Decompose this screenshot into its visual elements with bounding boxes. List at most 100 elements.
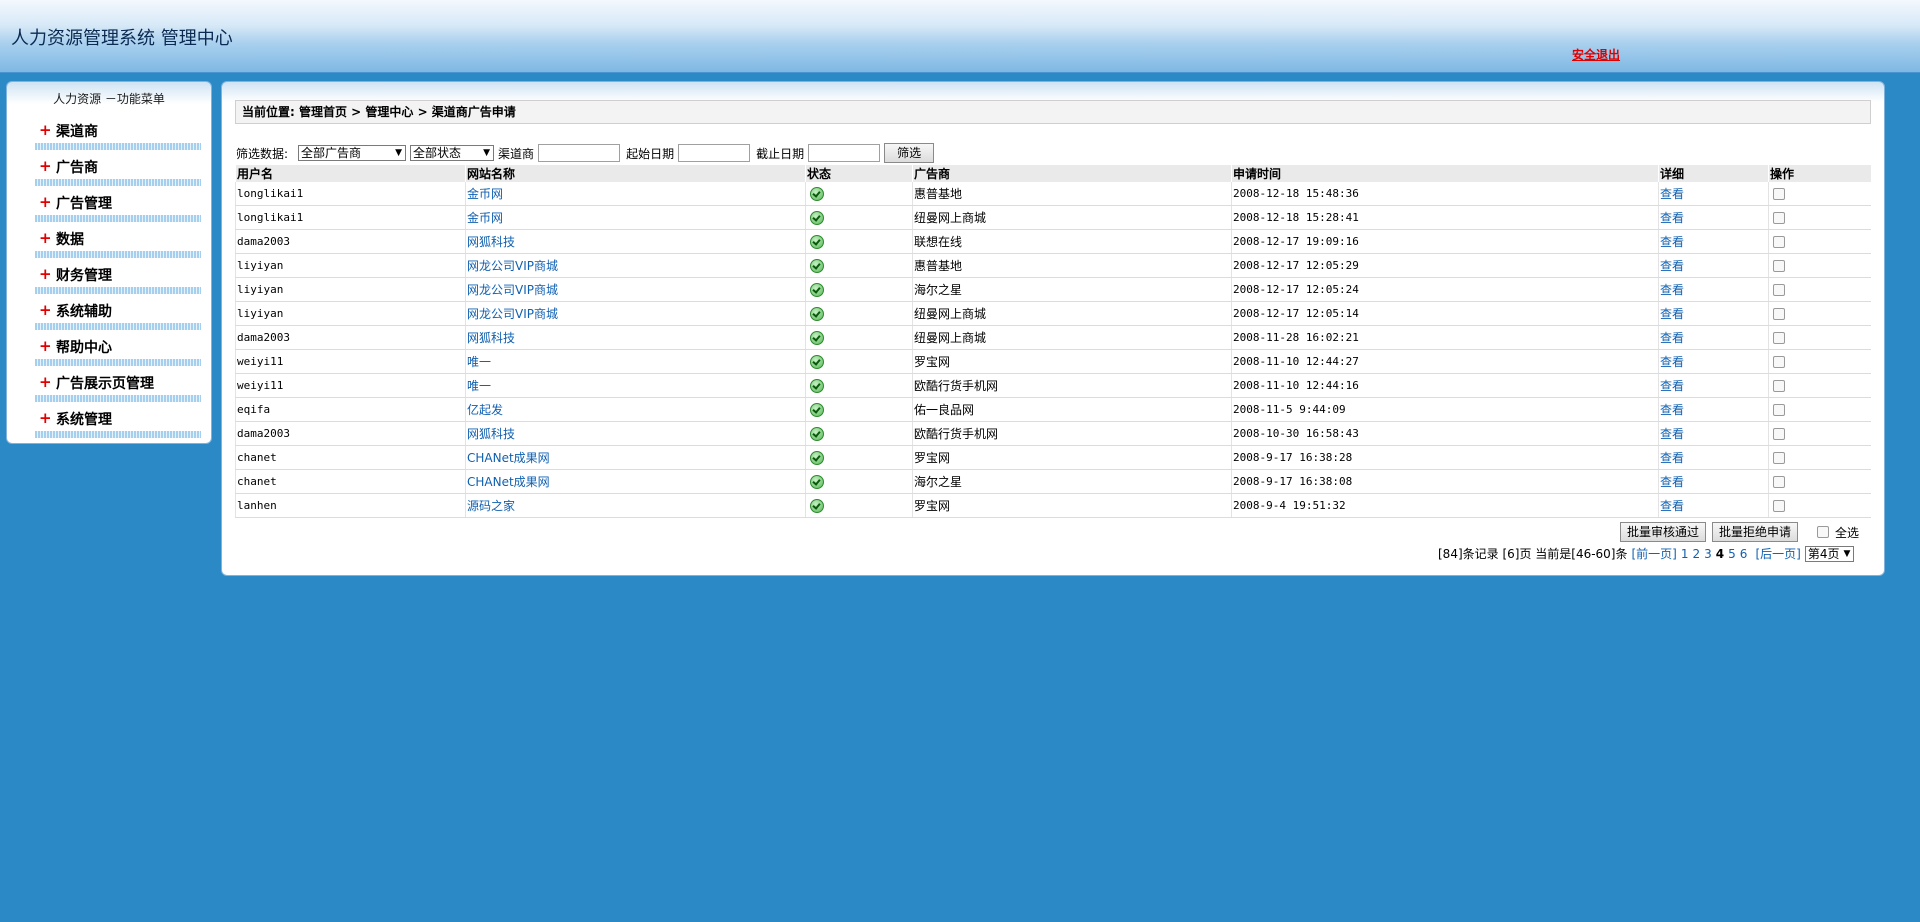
select-all-checkbox[interactable] — [1817, 526, 1830, 538]
row-checkbox[interactable] — [1773, 212, 1785, 224]
sidebar-item[interactable]: + 系统管理 — [35, 406, 201, 442]
sidebar-item[interactable]: + 帮助中心 — [35, 334, 201, 370]
applications-table: 用户名 网站名称 状态 广告商 申请时间 详细 操作 longlikai1 金币网… — [235, 165, 1871, 518]
page-link-2[interactable]: 2 — [1693, 547, 1701, 561]
sidebar-item-label[interactable]: 广告管理 — [56, 193, 112, 213]
detail-link[interactable]: 查看 — [1660, 427, 1684, 441]
detail-link[interactable]: 查看 — [1660, 331, 1684, 345]
sidebar-item[interactable]: + 渠道商 — [35, 118, 201, 154]
cell-apply-time: 2008-12-17 12:05:24 — [1231, 277, 1659, 302]
detail-link[interactable]: 查看 — [1660, 403, 1684, 417]
detail-link[interactable]: 查看 — [1660, 355, 1684, 369]
site-name-link[interactable]: 亿起发 — [467, 403, 503, 417]
page-link-4[interactable]: 4 — [1716, 547, 1724, 561]
menu-divider — [35, 431, 201, 438]
row-checkbox[interactable] — [1773, 476, 1785, 488]
table-row: eqifa 亿起发 佑一良品网 2008-11-5 9:44:09 查看 — [235, 397, 1871, 422]
batch-actions: 批量审核通过 批量拒绝申请 全选 — [1620, 522, 1859, 542]
sidebar-item-label[interactable]: 渠道商 — [56, 121, 98, 141]
page-link-1[interactable]: 1 — [1681, 547, 1689, 561]
batch-reject-button[interactable]: 批量拒绝申请 — [1712, 522, 1799, 542]
detail-link[interactable]: 查看 — [1660, 379, 1684, 393]
sidebar-item-label[interactable]: 财务管理 — [56, 265, 112, 285]
cell-status — [805, 205, 913, 230]
detail-link[interactable]: 查看 — [1660, 259, 1684, 273]
filter-bar: 筛选数据: 全部广告商 ▼ 全部状态 ▼ 渠道商 起始日期 截止日期 筛选 — [236, 142, 935, 164]
cell-username: dama2003 — [235, 421, 466, 446]
pager-summary: [84]条记录 [6]页 当前是[46-60]条 — [1438, 547, 1628, 561]
batch-approve-button[interactable]: 批量审核通过 — [1620, 522, 1707, 542]
check-circle-icon — [810, 330, 824, 345]
sidebar-item-label[interactable]: 广告商 — [56, 157, 98, 177]
table-row: liyiyan 网龙公司VIP商城 海尔之星 2008-12-17 12:05:24 查… — [235, 277, 1871, 302]
sidebar-item-label[interactable]: 数据 — [56, 229, 84, 249]
cell-username: longlikai1 — [235, 205, 466, 230]
site-name-link[interactable]: 金币网 — [467, 211, 503, 225]
row-checkbox[interactable] — [1773, 356, 1785, 368]
page-jump-select[interactable]: 第4页 ▼ — [1804, 545, 1855, 562]
sidebar-item[interactable]: + 广告商 — [35, 154, 201, 190]
plus-icon: + — [39, 157, 52, 175]
site-name-link[interactable]: 网龙公司VIP商城 — [467, 307, 558, 321]
site-name-link[interactable]: 唯一 — [467, 379, 491, 393]
site-name-link[interactable]: 金币网 — [467, 187, 503, 201]
detail-link[interactable]: 查看 — [1660, 283, 1684, 297]
site-name-link[interactable]: CHANet成果网 — [467, 475, 550, 489]
sidebar-item[interactable]: + 系统辅助 — [35, 298, 201, 334]
row-checkbox[interactable] — [1773, 428, 1785, 440]
sidebar-item[interactable]: + 广告管理 — [35, 190, 201, 226]
sidebar-item[interactable]: + 数据 — [35, 226, 201, 262]
page-link-6[interactable]: 6 — [1740, 547, 1748, 561]
channel-input[interactable] — [538, 144, 621, 162]
end-date-input[interactable] — [808, 144, 881, 162]
chevron-down-icon: ▼ — [1843, 548, 1851, 559]
detail-link[interactable]: 查看 — [1660, 475, 1684, 489]
row-checkbox[interactable] — [1773, 284, 1785, 296]
site-name-link[interactable]: 源码之家 — [467, 499, 515, 513]
site-name-link[interactable]: CHANet成果网 — [467, 451, 550, 465]
detail-link[interactable]: 查看 — [1660, 307, 1684, 321]
sidebar-item-label[interactable]: 广告展示页管理 — [56, 373, 154, 393]
row-checkbox[interactable] — [1773, 404, 1785, 416]
row-checkbox[interactable] — [1773, 308, 1785, 320]
sidebar-item-label[interactable]: 系统辅助 — [56, 301, 112, 321]
next-page-link[interactable]: [后一页] — [1755, 545, 1800, 562]
cell-action — [1768, 397, 1871, 422]
prev-page-link[interactable]: [前一页] — [1632, 545, 1677, 562]
cell-status — [805, 277, 913, 302]
detail-link[interactable]: 查看 — [1660, 499, 1684, 513]
table-row: chanet CHANet成果网 罗宝网 2008-9-17 16:38:28 查看 — [235, 445, 1871, 470]
detail-link[interactable]: 查看 — [1660, 451, 1684, 465]
sidebar-item[interactable]: + 广告展示页管理 — [35, 370, 201, 406]
page-link-5[interactable]: 5 — [1728, 547, 1736, 561]
filter-button[interactable]: 筛选 — [884, 143, 935, 163]
sidebar-item-label[interactable]: 帮助中心 — [56, 337, 112, 357]
row-checkbox[interactable] — [1773, 332, 1785, 344]
sidebar-item-label[interactable]: 系统管理 — [56, 409, 112, 429]
row-checkbox[interactable] — [1773, 452, 1785, 464]
row-checkbox[interactable] — [1773, 188, 1785, 200]
col-action: 操作 — [1768, 165, 1871, 182]
site-name-link[interactable]: 网狐科技 — [467, 427, 515, 441]
row-checkbox[interactable] — [1773, 380, 1785, 392]
cell-action — [1768, 469, 1871, 494]
sidebar-item[interactable]: + 财务管理 — [35, 262, 201, 298]
check-circle-icon — [810, 450, 824, 465]
start-date-input[interactable] — [678, 144, 751, 162]
site-name-link[interactable]: 网龙公司VIP商城 — [467, 283, 558, 297]
site-name-link[interactable]: 网狐科技 — [467, 331, 515, 345]
row-checkbox[interactable] — [1773, 260, 1785, 272]
logout-link[interactable]: 安全退出 — [1572, 46, 1620, 63]
site-name-link[interactable]: 网狐科技 — [467, 235, 515, 249]
detail-link[interactable]: 查看 — [1660, 235, 1684, 249]
row-checkbox[interactable] — [1773, 236, 1785, 248]
advertiser-select[interactable]: 全部广告商 ▼ — [298, 145, 407, 161]
site-name-link[interactable]: 网龙公司VIP商城 — [467, 259, 558, 273]
status-select[interactable]: 全部状态 ▼ — [410, 145, 495, 161]
row-checkbox[interactable] — [1773, 500, 1785, 512]
top-header: 人力资源管理系统 管理中心 安全退出 — [0, 0, 1920, 73]
detail-link[interactable]: 查看 — [1660, 211, 1684, 225]
page-link-3[interactable]: 3 — [1704, 547, 1712, 561]
site-name-link[interactable]: 唯一 — [467, 355, 491, 369]
detail-link[interactable]: 查看 — [1660, 187, 1684, 201]
